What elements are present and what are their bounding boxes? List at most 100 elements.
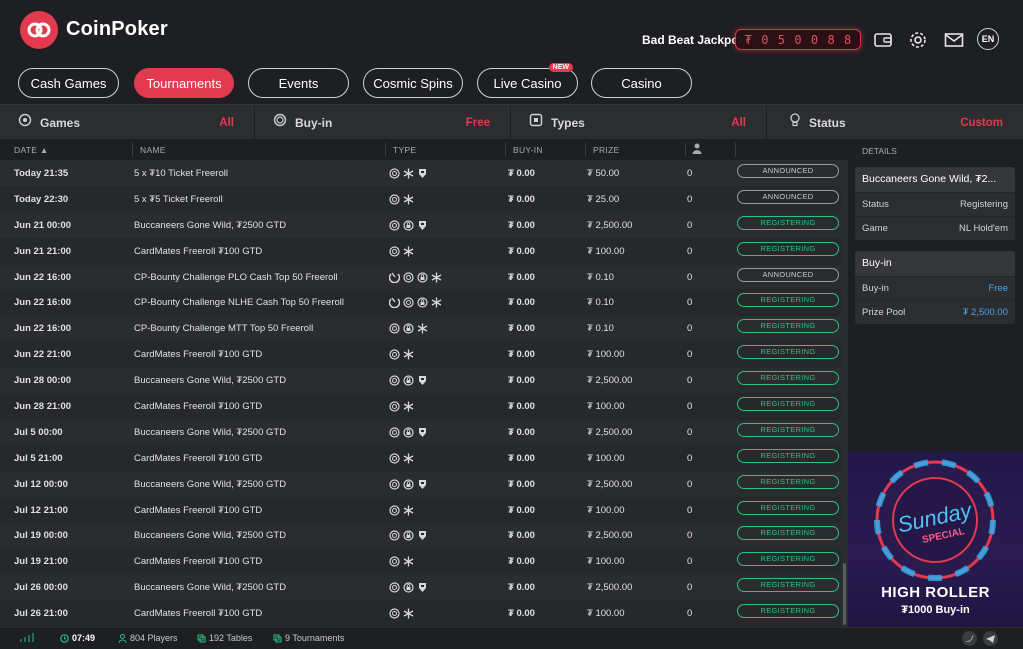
- tab-cash-games[interactable]: Cash Games: [18, 68, 119, 98]
- table-row[interactable]: Jul 12 00:00 Buccaneers Gone Wild, ₮2500 …: [0, 471, 848, 498]
- col-buyin[interactable]: BUY-IN: [513, 145, 543, 155]
- row-players: 0: [687, 401, 693, 413]
- chip-icon: [389, 608, 400, 619]
- row-date: Today 21:35: [14, 168, 69, 179]
- gear-icon[interactable]: [907, 29, 929, 51]
- row-prize: ₮ 100.00: [587, 556, 625, 568]
- status-badge[interactable]: REGISTERING: [737, 345, 839, 360]
- table-row[interactable]: Jun 22 16:00 CP-Bounty Challenge PLO Cash…: [0, 264, 848, 291]
- coinpoker-logo-icon[interactable]: [20, 11, 58, 49]
- table-row[interactable]: Jul 19 21:00 CardMates Freeroll ₮100 GTD ₮…: [0, 549, 848, 576]
- status-badge[interactable]: REGISTERING: [737, 422, 839, 437]
- status-badge[interactable]: REGISTERING: [737, 293, 839, 308]
- telegram-icon[interactable]: [983, 631, 998, 646]
- filter-status[interactable]: Status Custom: [767, 105, 1023, 140]
- freezeout-icon: [431, 272, 442, 283]
- details-status: Status Registering: [855, 192, 1015, 216]
- col-prize[interactable]: PRIZE: [593, 145, 620, 155]
- row-prize: ₮ 25.00: [587, 193, 620, 205]
- status-badge[interactable]: REGISTERING: [737, 397, 839, 412]
- table-row[interactable]: Jun 22 16:00 CP-Bounty Challenge MTT Top …: [0, 316, 848, 343]
- footer-tournaments: 9 Tournaments: [273, 633, 344, 643]
- status-badge[interactable]: REGISTERING: [737, 578, 839, 593]
- row-players: 0: [687, 219, 693, 231]
- wallet-icon[interactable]: [872, 29, 894, 51]
- footer-players: 804 Players: [118, 633, 178, 643]
- ticket-shield-icon: [417, 530, 428, 541]
- table-row[interactable]: Today 22:30 5 x ₮5 Ticket Freeroll ₮ 0.00 ₮…: [0, 186, 848, 213]
- row-players: 0: [687, 452, 693, 464]
- tab-tournaments[interactable]: Tournaments: [134, 68, 234, 98]
- status-badge[interactable]: REGISTERING: [737, 552, 839, 567]
- table-row[interactable]: Jul 5 00:00 Buccaneers Gone Wild, ₮2500 G…: [0, 419, 848, 446]
- row-prize: ₮ 2,500.00: [587, 426, 633, 438]
- table-row[interactable]: Jun 22 21:00 CardMates Freeroll ₮100 GTD ₮…: [0, 342, 848, 369]
- table-row[interactable]: Jul 12 21:00 CardMates Freeroll ₮100 GTD ₮…: [0, 497, 848, 524]
- table-row[interactable]: Jul 19 00:00 Buccaneers Gone Wild, ₮2500 …: [0, 523, 848, 550]
- table-row[interactable]: Jul 5 21:00 CardMates Freeroll ₮100 GTD ₮ …: [0, 445, 848, 472]
- status-badge[interactable]: REGISTERING: [737, 371, 839, 386]
- status-badge[interactable]: REGISTERING: [737, 241, 839, 256]
- table-row[interactable]: Jun 22 16:00 CP-Bounty Challenge NLHE Cas…: [0, 290, 848, 317]
- status-badge[interactable]: REGISTERING: [737, 500, 839, 515]
- table-row[interactable]: Jun 28 21:00 CardMates Freeroll ₮100 GTD ₮…: [0, 394, 848, 420]
- trophy-icon: [273, 634, 282, 642]
- row-date: Jul 19 21:00: [14, 556, 68, 568]
- language-button[interactable]: EN: [977, 28, 999, 50]
- mail-icon[interactable]: [943, 29, 965, 51]
- status-badge[interactable]: REGISTERING: [737, 319, 839, 334]
- tab-live-casino[interactable]: Live Casino NEW: [477, 63, 578, 98]
- status-badge[interactable]: REGISTERING: [737, 215, 839, 230]
- buyin-card: Buy-in Buy-in Free Prize Pool ₮ 2,500.00: [855, 251, 1015, 324]
- filter-buyin[interactable]: Buy-in Free: [255, 105, 511, 140]
- late-reg-lock-icon: [403, 375, 414, 386]
- status-badge[interactable]: REGISTERING: [737, 526, 839, 541]
- status-badge[interactable]: REGISTERING: [737, 448, 839, 463]
- filter-types[interactable]: Types All: [511, 105, 767, 140]
- chip-icon: [403, 271, 414, 283]
- table-row[interactable]: Jun 21 21:00 CardMates Freeroll ₮100 GTD ₮…: [0, 238, 848, 265]
- status-badge[interactable]: REGISTERING: [737, 604, 839, 619]
- row-name: Buccaneers Gone Wild, ₮2500 GTD: [134, 375, 287, 387]
- row-players: 0: [687, 556, 693, 568]
- scrollbar-track[interactable]: [841, 160, 848, 626]
- row-date: Jun 22 16:00: [14, 297, 72, 309]
- freezeout-icon: [403, 505, 414, 516]
- col-date[interactable]: DATE ▲: [14, 145, 49, 155]
- row-date: Jul 5 21:00: [14, 452, 63, 464]
- buyin-icon: [273, 113, 287, 132]
- tab-casino[interactable]: Casino: [591, 68, 692, 98]
- row-types: [389, 549, 414, 574]
- details-card: Buccaneers Gone Wild, ₮2... Status Regist…: [855, 167, 1015, 240]
- freezeout-icon: [403, 556, 414, 567]
- scrollbar-thumb[interactable]: [843, 563, 846, 625]
- chip-icon: [389, 194, 400, 205]
- tab-events[interactable]: Events: [248, 68, 349, 98]
- row-prize: ₮ 100.00: [587, 504, 625, 516]
- promo-banner[interactable]: Sunday SPECIAL HIGH ROLLER ₮1000 Buy-in: [848, 452, 1023, 627]
- brand-name[interactable]: CoinPoker: [66, 18, 168, 41]
- jackpot-digit: 5: [777, 32, 786, 47]
- late-reg-lock-icon: [403, 427, 414, 438]
- table-row[interactable]: Jun 28 00:00 Buccaneers Gone Wild, ₮2500 …: [0, 368, 848, 395]
- status-badge[interactable]: ANNOUNCED: [737, 267, 839, 282]
- table-row[interactable]: Today 21:35 5 x ₮10 Ticket Freeroll ₮ 0.00…: [0, 161, 848, 187]
- players-icon[interactable]: [692, 143, 702, 156]
- twitter-icon[interactable]: [962, 631, 977, 646]
- status-badge[interactable]: ANNOUNCED: [737, 189, 839, 204]
- filter-games[interactable]: Games All: [0, 105, 255, 140]
- status-badge[interactable]: REGISTERING: [737, 474, 839, 489]
- row-date: Today 22:30: [14, 193, 69, 205]
- table-row[interactable]: Jun 21 00:00 Buccaneers Gone Wild, ₮2500 …: [0, 212, 848, 239]
- row-name: CP-Bounty Challenge MTT Top 50 Freeroll: [134, 323, 314, 335]
- col-type[interactable]: TYPE: [393, 145, 416, 155]
- row-types: [389, 472, 428, 497]
- table-row[interactable]: Jul 26 00:00 Buccaneers Gone Wild, ₮2500 …: [0, 575, 848, 602]
- table-row[interactable]: Jul 26 21:00 CardMates Freeroll ₮100 GTD ₮…: [0, 601, 848, 628]
- row-buyin: ₮ 0.00: [508, 556, 535, 568]
- footer-tables: 192 Tables: [197, 633, 252, 643]
- bounty-icon: [389, 272, 400, 283]
- tab-cosmic-spins[interactable]: Cosmic Spins: [363, 68, 463, 98]
- status-badge[interactable]: ANNOUNCED: [737, 164, 839, 178]
- col-name[interactable]: NAME: [140, 145, 166, 155]
